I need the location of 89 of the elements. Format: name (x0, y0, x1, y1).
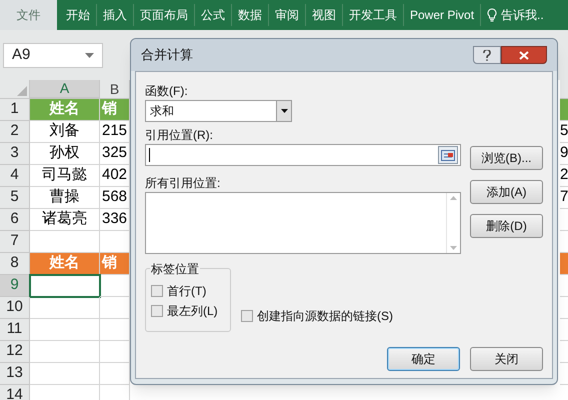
checkbox-label: 首行(T) (167, 283, 206, 300)
row-header[interactable]: 3 (0, 143, 30, 165)
table-cell[interactable] (30, 341, 100, 363)
ribbon-tab[interactable]: Power Pivot (404, 4, 482, 26)
cell-text: 215 (102, 121, 128, 142)
close-dialog-button[interactable]: 关闭 (470, 347, 543, 371)
field-label: 所有引用位置: (145, 175, 222, 190)
ribbon-tab[interactable]: 开发工具 (343, 4, 404, 26)
row-header[interactable]: 4 (0, 165, 30, 187)
checkbox[interactable] (241, 310, 253, 322)
question-mark-icon (483, 50, 491, 60)
cell-reference: A9 (12, 44, 30, 65)
table-cell[interactable]: 9 (560, 143, 568, 165)
row-header[interactable]: 9 (0, 275, 30, 297)
function-dropdown[interactable]: 求和 (145, 100, 292, 122)
collapse-dialog-button[interactable] (438, 146, 458, 164)
references-list[interactable] (145, 192, 461, 254)
table-cell[interactable] (30, 319, 100, 341)
table-cell[interactable] (30, 297, 100, 319)
cell-text: 孙权 (50, 143, 80, 164)
text-cursor (149, 148, 150, 162)
table-cell[interactable] (30, 363, 100, 385)
name-box[interactable]: A9 (3, 42, 103, 68)
browse-button[interactable]: 浏览(B)... (470, 146, 543, 170)
delete-button[interactable]: 删除(D) (470, 214, 543, 238)
cell-text: 诸葛亮 (42, 209, 87, 230)
ok-button[interactable]: 确定 (387, 347, 460, 371)
cell-text: 姓名 (50, 253, 80, 274)
cell-text: 销 (102, 99, 117, 120)
reference-field[interactable] (145, 144, 461, 166)
scroll-down-icon[interactable] (450, 246, 457, 250)
ribbon-tab[interactable]: 文件 (0, 0, 57, 30)
checkbox[interactable] (151, 285, 163, 297)
close-icon (519, 50, 529, 60)
add-button[interactable]: 添加(A) (470, 180, 543, 204)
field-label: 引用位置(R): (145, 127, 214, 142)
table-cell[interactable]: 7 (560, 187, 568, 209)
cell-text: 司马懿 (42, 165, 87, 186)
group-label: 标签位置 (150, 260, 200, 278)
row-header[interactable]: 6 (0, 209, 30, 231)
row-header[interactable]: 5 (0, 187, 30, 209)
row-header[interactable]: 8 (0, 253, 30, 275)
cell-text: 曹操 (50, 187, 80, 208)
cell-text: 568 (102, 187, 128, 208)
cell-text: 姓名 (50, 99, 80, 120)
column-header[interactable]: A (30, 80, 100, 99)
row-header[interactable]: 11 (0, 319, 30, 341)
row-header[interactable]: 10 (0, 297, 30, 319)
ribbon-tab[interactable]: 插入 (97, 4, 134, 26)
cell-text: 销 (102, 253, 117, 274)
ribbon-tab[interactable]: 数据 (232, 4, 269, 26)
checkbox-label: 最左列(L) (167, 303, 218, 320)
column-header[interactable]: B (100, 80, 130, 99)
select-all-corner[interactable] (0, 80, 30, 99)
ribbon-tab[interactable]: 页面布局 (134, 4, 195, 26)
row-header[interactable]: 7 (0, 231, 30, 253)
row-header[interactable]: 14 (0, 385, 30, 400)
row-header[interactable]: 13 (0, 363, 30, 385)
dropdown-arrow-icon (85, 52, 94, 58)
ribbon-tab[interactable]: 视图 (306, 4, 343, 26)
scroll-up-icon[interactable] (450, 196, 457, 200)
table-cell[interactable] (30, 275, 100, 297)
cell-text: 325 (102, 143, 128, 164)
dropdown-value: 求和 (150, 103, 174, 120)
dialog-title: 合并计算 (141, 46, 193, 64)
triangle-icon (17, 86, 27, 96)
cell-text: 刘备 (50, 121, 80, 142)
lightbulb-icon (487, 8, 498, 22)
range-select-icon (441, 150, 455, 160)
checkbox-label: 创建指向源数据的链接(S) (257, 308, 393, 325)
row-header[interactable]: 12 (0, 341, 30, 363)
help-button[interactable] (473, 46, 501, 64)
table-cell[interactable]: 2 (560, 165, 568, 187)
field-label: 函数(F): (145, 83, 189, 98)
ribbon-tab[interactable]: 开始 (60, 4, 97, 26)
cell-text: 336 (102, 209, 128, 230)
dropdown-arrow-icon (280, 109, 288, 113)
table-cell[interactable] (560, 99, 568, 121)
close-button[interactable] (501, 46, 547, 64)
column-header[interactable] (560, 80, 568, 99)
ribbon-tab[interactable]: 公式 (195, 4, 232, 26)
search-prompt[interactable]: 告诉我.. (501, 6, 544, 24)
row-header[interactable]: 1 (0, 99, 30, 121)
table-cell[interactable] (560, 253, 568, 275)
ribbon-tab[interactable]: 审阅 (269, 4, 306, 26)
cell-text: 402 (102, 165, 128, 186)
table-cell[interactable]: 5 (560, 121, 568, 143)
row-header[interactable]: 2 (0, 121, 30, 143)
checkbox[interactable] (151, 305, 163, 317)
